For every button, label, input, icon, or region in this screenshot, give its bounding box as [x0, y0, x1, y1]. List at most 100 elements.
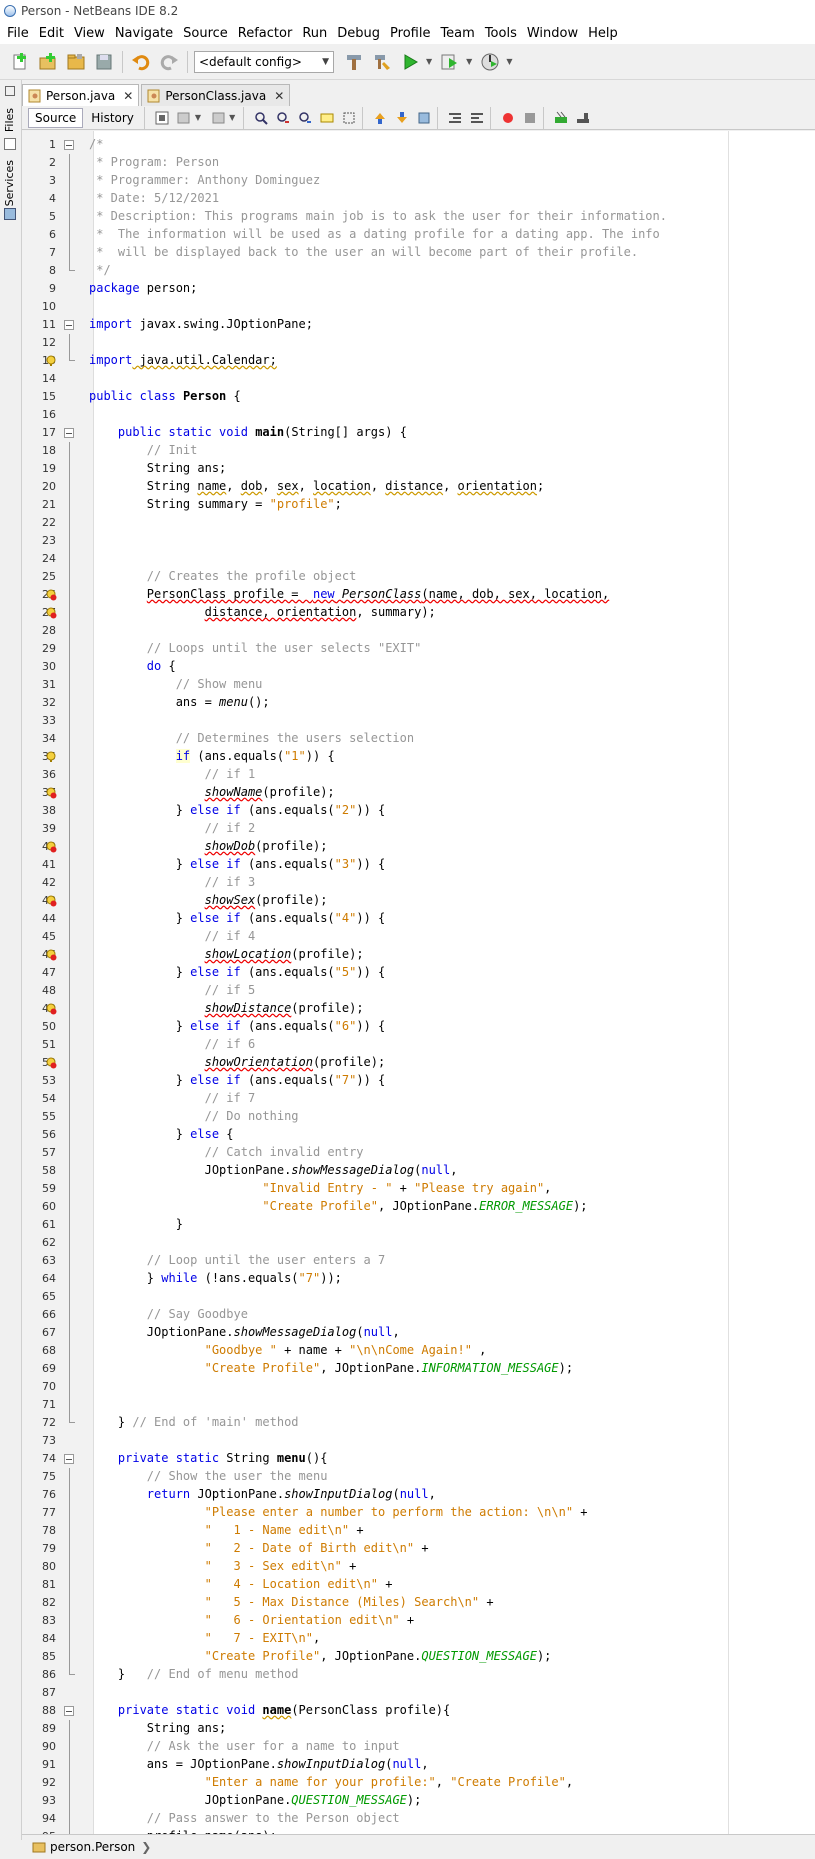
open-project-icon[interactable] [64, 50, 88, 74]
profile-icon[interactable] [478, 50, 502, 74]
source-mode-button[interactable]: Source [28, 107, 84, 128]
stop-macro-recording-icon[interactable] [522, 110, 538, 126]
code-line[interactable]: 82 " 5 - Max Distance (Miles) Search\n" … [22, 1594, 815, 1612]
code-line[interactable]: 58 JOptionPane.showMessageDialog(null, [22, 1162, 815, 1180]
code-line[interactable]: 87 [22, 1684, 815, 1702]
files-panel-icon[interactable] [4, 138, 16, 150]
code-line[interactable]: 7 * will be displayed back to the user a… [22, 244, 815, 262]
last-edit-icon[interactable] [154, 110, 170, 126]
build-hammer-icon[interactable] [342, 50, 366, 74]
code-line[interactable]: 69 "Create Profile", JOptionPane.INFORMA… [22, 1360, 815, 1378]
code-line[interactable]: 18 // Init [22, 442, 815, 460]
code-line[interactable]: 70 [22, 1378, 815, 1396]
find-icon[interactable] [253, 110, 269, 126]
code-line[interactable]: 34 // Determines the users selection [22, 730, 815, 748]
code-line[interactable]: 57 // Catch invalid entry [22, 1144, 815, 1162]
code-line[interactable]: 52 showOrientation(profile); [22, 1054, 815, 1072]
close-icon[interactable]: ✕ [274, 89, 284, 103]
code-line[interactable]: 2 * Program: Person [22, 154, 815, 172]
code-line[interactable]: 50 } else if (ans.equals("6")) { [22, 1018, 815, 1036]
menu-profile[interactable]: Profile [385, 26, 435, 41]
new-project-icon[interactable] [36, 50, 60, 74]
tab-personclass-java[interactable]: PersonClass.java ✕ [141, 84, 291, 106]
redo-icon[interactable] [157, 50, 181, 74]
fold-toggle-icon[interactable] [64, 1454, 74, 1464]
code-line[interactable]: 36 // if 1 [22, 766, 815, 784]
code-line[interactable]: 81 " 4 - Location edit\n" + [22, 1576, 815, 1594]
menu-refactor[interactable]: Refactor [233, 26, 298, 41]
previous-bookmark-icon[interactable] [372, 110, 388, 126]
code-line[interactable]: 29 // Loops until the user selects "EXIT… [22, 640, 815, 658]
code-line[interactable]: 94 // Pass answer to the Person object [22, 1810, 815, 1828]
code-line[interactable]: 44 } else if (ans.equals("4")) { [22, 910, 815, 928]
uncomment-icon[interactable] [575, 110, 591, 126]
next-bookmark-icon[interactable] [394, 110, 410, 126]
code-line[interactable]: 27 distance, orientation, summary); [22, 604, 815, 622]
menu-help[interactable]: Help [583, 26, 623, 41]
code-line[interactable]: 42 // if 3 [22, 874, 815, 892]
error-hint-icon[interactable] [45, 949, 57, 961]
code-line[interactable]: 12 [22, 334, 815, 352]
run-dropdown-icon[interactable]: ▼ [426, 57, 432, 66]
services-tab[interactable]: Services [3, 160, 16, 206]
error-hint-icon[interactable] [45, 895, 57, 907]
menu-tools[interactable]: Tools [480, 26, 522, 41]
code-line[interactable]: 63 // Loop until the user enters a 7 [22, 1252, 815, 1270]
code-line[interactable]: 74 private static String menu(){ [22, 1450, 815, 1468]
code-line[interactable]: 49 showDistance(profile); [22, 1000, 815, 1018]
code-line[interactable]: 83 " 6 - Orientation edit\n" + [22, 1612, 815, 1630]
code-line[interactable]: 84 " 7 - EXIT\n", [22, 1630, 815, 1648]
code-line[interactable]: 80 " 3 - Sex edit\n" + [22, 1558, 815, 1576]
back-dropdown-icon[interactable]: ▼ [195, 113, 201, 122]
code-line[interactable]: 85 "Create Profile", JOptionPane.QUESTIO… [22, 1648, 815, 1666]
code-line[interactable]: 31 // Show menu [22, 676, 815, 694]
comment-icon[interactable] [553, 110, 569, 126]
code-line[interactable]: 6 * The information will be used as a da… [22, 226, 815, 244]
forward-icon[interactable] [210, 110, 226, 126]
code-line[interactable]: 20 String name, dob, sex, location, dist… [22, 478, 815, 496]
error-hint-icon[interactable] [45, 1057, 57, 1069]
code-line[interactable]: 35 if (ans.equals("1")) { [22, 748, 815, 766]
back-icon[interactable] [176, 110, 192, 126]
undo-icon[interactable] [129, 50, 153, 74]
menu-source[interactable]: Source [178, 26, 233, 41]
code-line[interactable]: 67 JOptionPane.showMessageDialog(null, [22, 1324, 815, 1342]
menu-run[interactable]: Run [297, 26, 332, 41]
debug-icon[interactable] [438, 50, 462, 74]
forward-dropdown-icon[interactable]: ▼ [229, 113, 235, 122]
code-line[interactable]: 23 [22, 532, 815, 550]
menu-navigate[interactable]: Navigate [110, 26, 178, 41]
shift-right-icon[interactable] [469, 110, 485, 126]
code-line[interactable]: 30 do { [22, 658, 815, 676]
error-hint-icon[interactable] [45, 787, 57, 799]
code-line[interactable]: 61 } [22, 1216, 815, 1234]
warning-hint-icon[interactable] [45, 751, 57, 763]
services-panel-icon[interactable] [4, 208, 16, 220]
code-line[interactable]: 10 [22, 298, 815, 316]
code-line[interactable]: 55 // Do nothing [22, 1108, 815, 1126]
code-line[interactable]: 22 [22, 514, 815, 532]
run-icon[interactable] [398, 50, 422, 74]
code-line[interactable]: 78 " 1 - Name edit\n" + [22, 1522, 815, 1540]
tab-person-java[interactable]: Person.java ✕ [22, 84, 140, 106]
warning-hint-icon[interactable] [45, 355, 57, 367]
menu-team[interactable]: Team [435, 26, 479, 41]
code-line[interactable]: 48 // if 5 [22, 982, 815, 1000]
history-mode-button[interactable]: History [85, 108, 140, 128]
code-line[interactable]: 16 [22, 406, 815, 424]
find-next-icon[interactable] [297, 110, 313, 126]
code-line[interactable]: 71 [22, 1396, 815, 1414]
code-line[interactable]: 26 PersonClass profile = new PersonClass… [22, 586, 815, 604]
code-line[interactable]: 54 // if 7 [22, 1090, 815, 1108]
code-line[interactable]: 60 "Create Profile", JOptionPane.ERROR_M… [22, 1198, 815, 1216]
code-line[interactable]: 39 // if 2 [22, 820, 815, 838]
code-line[interactable]: 62 [22, 1234, 815, 1252]
configuration-dropdown[interactable]: <default config> ▼ [194, 50, 334, 73]
code-line[interactable]: 33 [22, 712, 815, 730]
close-icon[interactable]: ✕ [123, 89, 133, 103]
code-line[interactable]: 24 [22, 550, 815, 568]
code-line[interactable]: 73 [22, 1432, 815, 1450]
code-line[interactable]: 11 import javax.swing.JOptionPane; [22, 316, 815, 334]
code-line[interactable]: 43 showSex(profile); [22, 892, 815, 910]
menu-debug[interactable]: Debug [332, 26, 385, 41]
